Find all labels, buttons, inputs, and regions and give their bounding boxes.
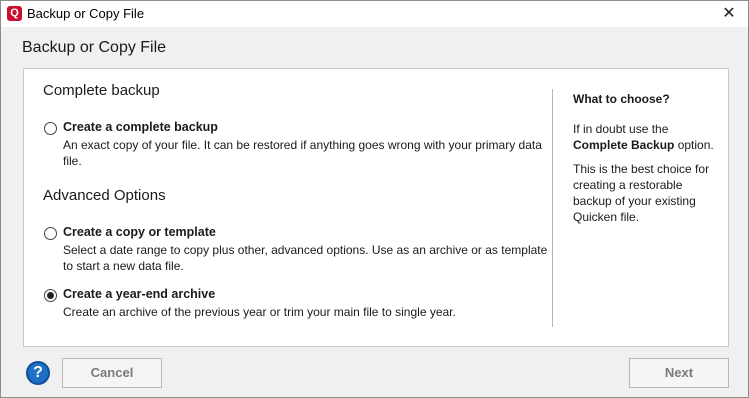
copy-template-label[interactable]: Create a copy or template — [63, 225, 216, 239]
copy-template-radio[interactable] — [44, 227, 57, 240]
window-title: Backup or Copy File — [27, 6, 145, 21]
sidebar-tip-suffix: option. — [677, 138, 714, 152]
year-end-archive-description: Create an archive of the previous year o… — [63, 305, 456, 319]
year-end-archive-label[interactable]: Create a year-end archive — [63, 287, 215, 301]
copy-template-description: Select a date range to copy plus other, … — [63, 243, 548, 273]
close-button[interactable]: ✕ — [710, 1, 748, 27]
panel-divider — [552, 89, 553, 327]
complete-backup-heading: Complete backup — [43, 82, 160, 99]
quicken-logo-icon: Q — [7, 6, 22, 21]
year-end-archive-radio[interactable] — [44, 289, 57, 302]
complete-backup-radio[interactable] — [44, 122, 57, 135]
sidebar-explanation: This is the best choice for creating a r… — [573, 162, 710, 224]
title-bar: Q Backup or Copy File ✕ — [1, 1, 748, 27]
options-panel: Complete backup Create a complete backup… — [23, 68, 729, 347]
dialog-window: Q Backup or Copy File ✕ Backup or Copy F… — [0, 0, 749, 398]
help-icon[interactable]: ? — [26, 361, 50, 385]
sidebar-tip-bold: Complete Backup — [573, 138, 675, 152]
sidebar-heading: What to choose? — [573, 92, 670, 106]
sidebar-tip: If in doubt use the Complete Backup opti… — [573, 121, 723, 153]
complete-backup-label[interactable]: Create a complete backup — [63, 120, 218, 134]
sidebar-tip-prefix: If in doubt use the — [573, 122, 669, 136]
page-title: Backup or Copy File — [22, 39, 167, 56]
cancel-button[interactable]: Cancel — [62, 358, 162, 388]
advanced-options-heading: Advanced Options — [43, 187, 166, 204]
complete-backup-description: An exact copy of your file. It can be re… — [63, 138, 542, 168]
next-button[interactable]: Next — [629, 358, 729, 388]
help-sidebar: What to choose? If in doubt use the Comp… — [573, 91, 723, 233]
